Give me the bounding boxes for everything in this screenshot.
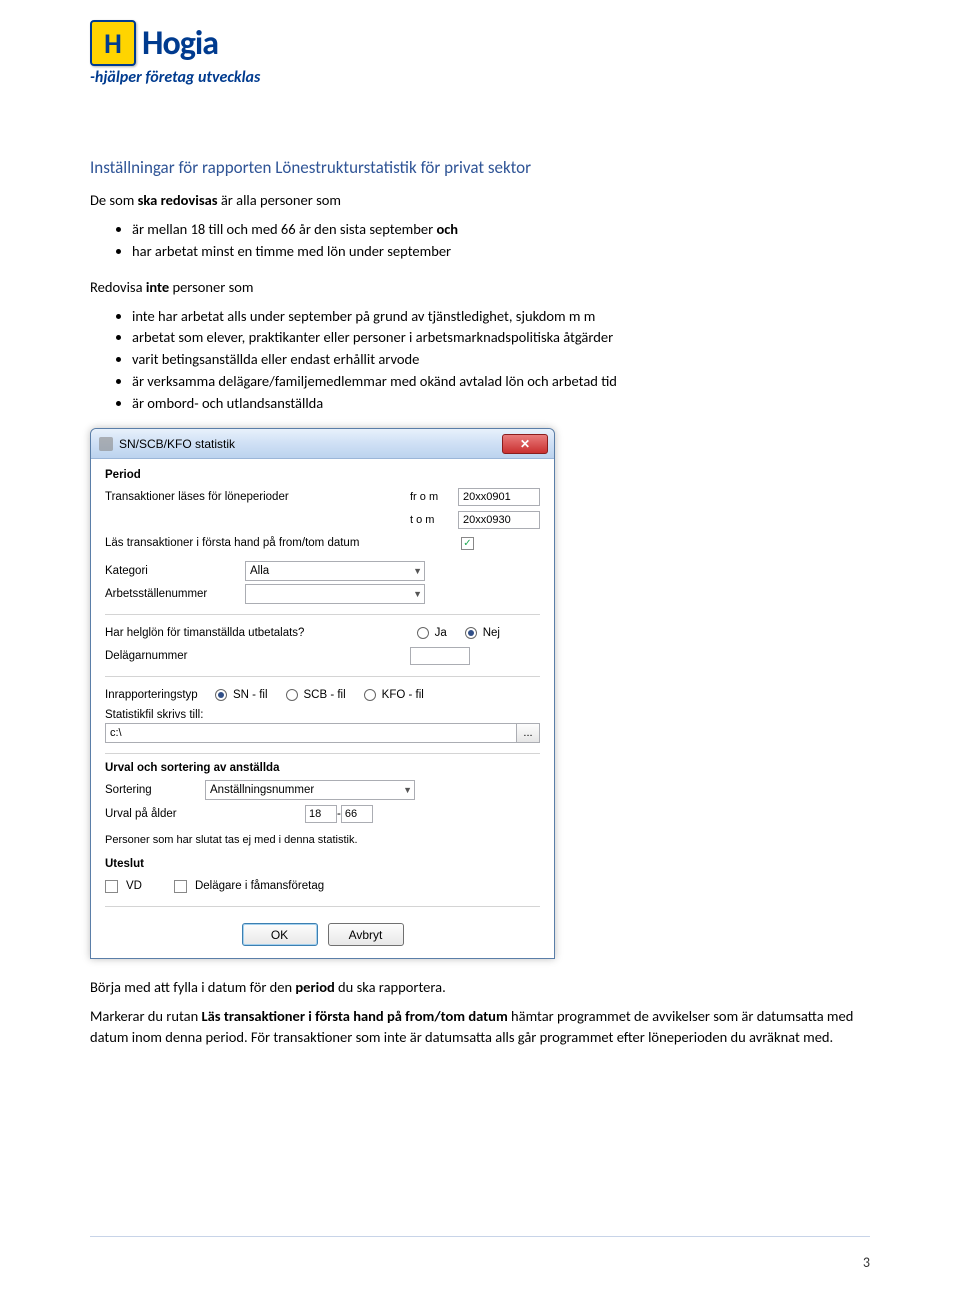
sn-label: SN - fil (233, 689, 268, 701)
close-button[interactable]: ✕ (502, 434, 548, 454)
vd-checkbox[interactable] (105, 880, 118, 893)
path-input[interactable]: c:\ (105, 723, 516, 743)
kategori-label: Kategori (105, 565, 245, 577)
avbryt-button[interactable]: Avbryt (328, 923, 404, 946)
to-label: t o m (410, 514, 458, 526)
arbets-label: Arbetsställenummer (105, 588, 245, 600)
logo-tagline: -hjälper företag utvecklas (90, 68, 870, 87)
alder-from-input[interactable] (305, 805, 337, 823)
helglon-label: Har helglön för timanställda utbetalats? (105, 627, 417, 639)
intro-1: De som ska redovisas är alla personer so… (90, 190, 870, 211)
ja-label: Ja (435, 627, 447, 639)
sort-combo[interactable]: Anställningsnummer ▼ (205, 780, 415, 800)
note-text: Personer som har slutat tas ej med i den… (105, 834, 540, 846)
delagare-label: Delägare i fåmansföretag (195, 880, 324, 892)
scb-label: SCB - fil (304, 689, 346, 701)
scb-radio[interactable] (286, 689, 298, 701)
titlebar: SN/SCB/KFO statistik ✕ (91, 429, 554, 459)
kfo-radio[interactable] (364, 689, 376, 701)
arbets-combo[interactable]: ▼ (245, 584, 425, 604)
sn-radio[interactable] (215, 689, 227, 701)
ok-button[interactable]: OK (242, 923, 318, 946)
list-redovisas: är mellan 18 till och med 66 år den sist… (90, 219, 870, 263)
list-item: har arbetat minst en timme med lön under… (132, 241, 870, 263)
list-item: varit betingsanställda eller endast erhå… (132, 349, 870, 371)
logo-wordmark: Hogia (142, 23, 218, 64)
browse-button[interactable]: ... (516, 723, 540, 743)
close-icon: ✕ (520, 437, 530, 451)
outro-1: Börja med att fylla i datum för den peri… (90, 977, 870, 998)
delagarnr-input[interactable] (410, 647, 470, 665)
intro-2: Redovisa inte personer som (90, 277, 870, 298)
vd-label: VD (126, 880, 142, 892)
urval-heading: Urval och sortering av anställda (105, 762, 540, 774)
uteslut-heading: Uteslut (105, 858, 540, 870)
chevron-down-icon: ▼ (403, 785, 412, 795)
outro-2: Markerar du rutan Läs transaktioner i fö… (90, 1006, 870, 1048)
sort-value: Anställningsnummer (210, 784, 314, 796)
period-line-label: Transaktioner läses för löneperioder (105, 491, 410, 503)
read-trans-checkbox[interactable]: ✓ (461, 537, 474, 550)
from-label: fr o m (410, 491, 458, 503)
list-item: är mellan 18 till och med 66 år den sist… (132, 219, 870, 241)
nej-radio[interactable] (465, 627, 477, 639)
delagarnr-label: Delägarnummer (105, 650, 410, 662)
ja-radio[interactable] (417, 627, 429, 639)
logo-mark: H (90, 20, 136, 66)
list-redovisa-inte: inte har arbetat alls under september på… (90, 306, 870, 415)
nej-label: Nej (483, 627, 500, 639)
inrapp-label: Inrapporteringstyp (105, 689, 215, 701)
to-input[interactable] (458, 511, 540, 529)
chevron-down-icon: ▼ (413, 566, 422, 576)
kategori-value: Alla (250, 565, 269, 577)
alder-label: Urval på ålder (105, 808, 305, 820)
read-trans-label: Läs transaktioner i första hand på from/… (105, 537, 413, 549)
sort-label: Sortering (105, 784, 205, 796)
chevron-down-icon: ▼ (413, 589, 422, 599)
footer-rule (90, 1236, 870, 1237)
page-number: 3 (863, 1254, 870, 1271)
logo-block: H Hogia -hjälper företag utvecklas (90, 20, 870, 87)
period-heading: Period (105, 469, 540, 481)
dialog-statistik: SN/SCB/KFO statistik ✕ Period Transaktio… (90, 428, 555, 959)
list-item: inte har arbetat alls under september på… (132, 306, 870, 328)
page-heading: Inställningar för rapporten Lönestruktur… (90, 157, 870, 178)
delagare-checkbox[interactable] (174, 880, 187, 893)
window-title: SN/SCB/KFO statistik (119, 437, 235, 451)
from-input[interactable] (458, 488, 540, 506)
list-item: är ombord- och utlandsanställda (132, 393, 870, 415)
alder-to-input[interactable] (341, 805, 373, 823)
kategori-combo[interactable]: Alla ▼ (245, 561, 425, 581)
list-item: arbetat som elever, praktikanter eller p… (132, 327, 870, 349)
statfil-label: Statistikfil skrivs till: (105, 709, 540, 721)
app-icon (99, 437, 113, 451)
list-item: är verksamma delägare/familjemedlemmar m… (132, 371, 870, 393)
kfo-label: KFO - fil (382, 689, 424, 701)
